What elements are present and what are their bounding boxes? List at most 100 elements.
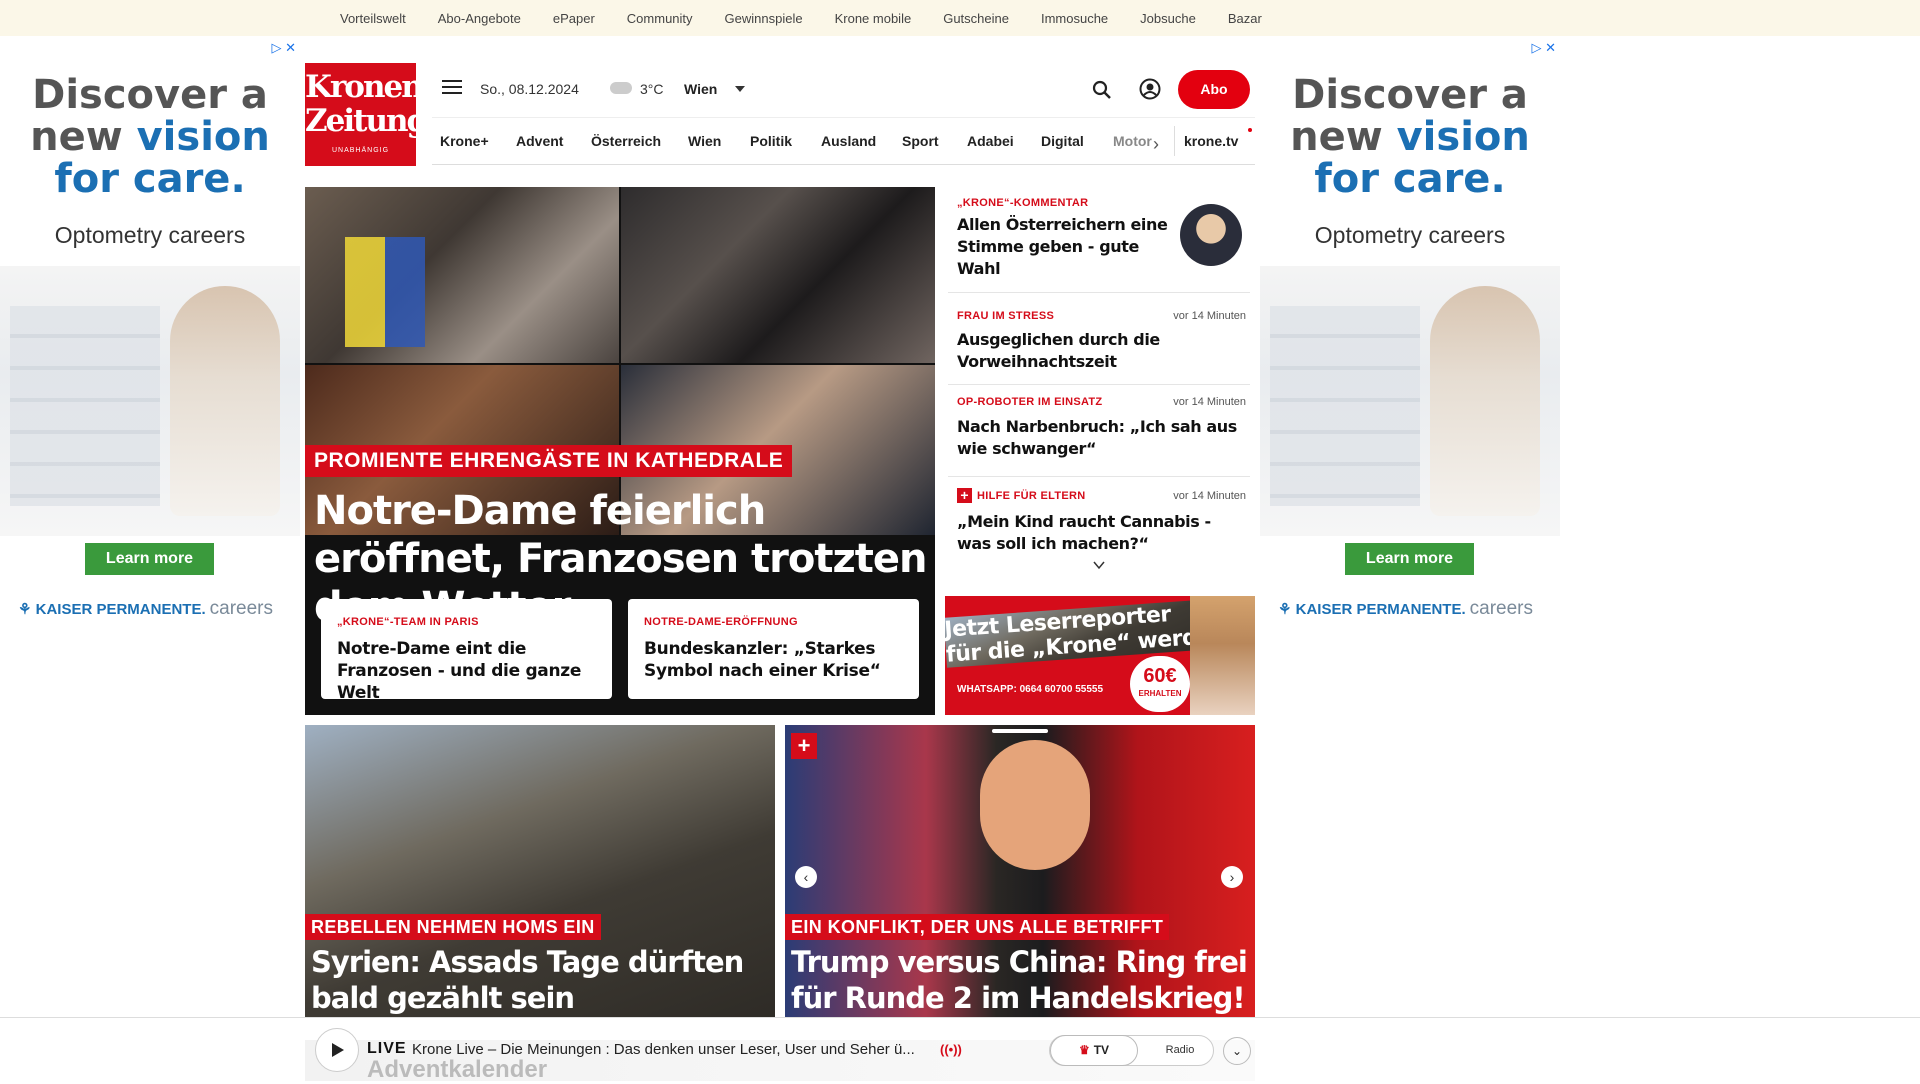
search-icon[interactable] xyxy=(1092,80,1112,100)
hero-teaser[interactable]: PROMIENTE EHRENGÄSTE IN KATHEDRALE Notre… xyxy=(305,187,935,715)
ad-headline-line1: Discover a xyxy=(32,72,268,118)
ad-choices-icon[interactable]: ▷ ✕ xyxy=(271,40,296,56)
author-avatar xyxy=(1180,204,1242,266)
expand-player-icon[interactable]: ⌄ xyxy=(1223,1037,1251,1065)
ad-brand: ⚘ KAISER PERMANENTE. careers xyxy=(18,598,273,620)
ad-headline-line2: new xyxy=(30,114,123,160)
nav-item-politik[interactable]: Politik xyxy=(750,118,792,165)
teaser-title: Syrien: Assads Tage dürften bald gezählt… xyxy=(311,945,744,1015)
ad-right[interactable]: ▷ ✕ Discover a new vision for care. Opto… xyxy=(1260,36,1560,636)
ad-brand-careers: careers xyxy=(1469,598,1534,619)
caret-down-icon[interactable] xyxy=(735,86,745,92)
play-button[interactable] xyxy=(315,1028,359,1072)
top-link-gewinnspiele[interactable]: Gewinnspiele xyxy=(725,11,803,26)
site-logo[interactable]: Kronen Zeitung UNABHÄNGIG xyxy=(305,63,428,166)
hero-subcard-title: Notre-Dame eint die Franzosen - und die … xyxy=(337,639,582,703)
teaser-title: Trump versus China: Ring frei für Runde … xyxy=(791,945,1248,1015)
promo-photo xyxy=(1190,596,1255,715)
hero-subcard[interactable]: „KRONE“-TEAM IN PARIS Notre-Dame eint di… xyxy=(321,599,612,703)
hero-kicker: PROMIENTE EHRENGÄSTE IN KATHEDRALE xyxy=(305,445,793,477)
list-item-kicker: HILFE FÜR ELTERN xyxy=(977,490,1086,502)
city-select[interactable]: Wien xyxy=(684,81,717,97)
ad-brand-careers: careers xyxy=(209,598,274,619)
nav-divider xyxy=(1174,126,1175,156)
ad-subline: Optometry careers xyxy=(54,222,246,248)
ad-headline-vision: vision xyxy=(136,114,270,160)
ad-headline: Discover a new vision for care. xyxy=(1260,74,1560,200)
chevron-down-icon[interactable] xyxy=(1092,558,1106,572)
list-item-title: Ausgeglichen durch die Vorweihnachtszeit xyxy=(957,330,1160,371)
crown-icon: ♛ xyxy=(1078,1043,1090,1057)
krone-plus-icon: + xyxy=(791,733,817,759)
top-link-abo-angebote[interactable]: Abo-Angebote xyxy=(438,11,521,26)
logo-line2: Zeitung xyxy=(305,103,428,139)
top-link-immosuche[interactable]: Immosuche xyxy=(1041,11,1108,26)
ad-learn-more-button[interactable]: Learn more xyxy=(1345,543,1474,575)
ad-headline-line2: new xyxy=(1290,114,1383,160)
nav-item-advent[interactable]: Advent xyxy=(516,118,563,165)
play-icon xyxy=(332,1043,344,1057)
logo-tagline: UNABHÄNGIG xyxy=(331,147,390,154)
teaser-kicker: EIN KONFLIKT, DER UNS ALLE BETRIFFT xyxy=(785,914,1170,940)
teaser-trump-china[interactable]: + ‹ › EIN KONFLIKT, DER UNS ALLE BETRIFF… xyxy=(785,725,1255,1019)
radio-option[interactable]: Radio xyxy=(1150,1036,1210,1065)
top-link-jobsuche[interactable]: Jobsuche xyxy=(1140,11,1196,26)
list-item[interactable]: FRAU IM STRESS vor 14 Minuten Ausgeglich… xyxy=(948,293,1250,385)
ad-headline-line1: Discover a xyxy=(1292,72,1528,118)
top-link-community[interactable]: Community xyxy=(627,11,693,26)
promo-headline: Jetzt Leserreporter für die „Krone“ werd… xyxy=(945,598,1228,668)
nav-item-oesterreich[interactable]: Österreich xyxy=(591,118,661,165)
ad-subline: Optometry careers xyxy=(1314,222,1506,248)
tv-option[interactable]: ♛ TV xyxy=(1050,1035,1138,1066)
hero-image-guests xyxy=(621,187,935,363)
tv-radio-toggle[interactable]: ♛ TV Radio xyxy=(1049,1035,1214,1066)
carousel-next-icon[interactable]: › xyxy=(1221,866,1243,888)
live-title[interactable]: Krone Live – Die Meinungen : Das denken … xyxy=(412,1041,932,1058)
nav-item-motor[interactable]: Motor xyxy=(1113,118,1152,165)
top-link-vorteilswelt[interactable]: Vorteilswelt xyxy=(340,11,406,26)
nav-item-adabei[interactable]: Adabei xyxy=(967,118,1014,165)
hero-subcard-kicker: „KRONE“-TEAM IN PARIS xyxy=(337,616,479,628)
ad-choices-icon[interactable]: ▷ ✕ xyxy=(1531,40,1556,56)
list-item-kicker: FRAU IM STRESS xyxy=(957,310,1055,322)
krone-plus-icon: + xyxy=(957,488,972,503)
nav-item-krone-plus[interactable]: Krone+ xyxy=(440,118,489,165)
tv-label: TV xyxy=(1093,1043,1110,1057)
carousel-prev-icon[interactable]: ‹ xyxy=(795,866,817,888)
top-link-bazar[interactable]: Bazar xyxy=(1228,11,1262,26)
broadcast-icon: ((•)) xyxy=(940,1042,962,1057)
nav-item-digital[interactable]: Digital xyxy=(1041,118,1084,165)
list-item-title: Allen Österreichern eine Stimme geben - … xyxy=(957,215,1168,278)
user-account-icon[interactable] xyxy=(1139,78,1161,100)
promo-amount: 60€ xyxy=(1143,665,1177,687)
live-dot-icon xyxy=(1248,128,1252,132)
top-link-krone-mobile[interactable]: Krone mobile xyxy=(835,11,912,26)
nav-item-wien[interactable]: Wien xyxy=(688,118,721,165)
carousel-pager xyxy=(992,729,1048,733)
nav-scroll-right-icon[interactable]: › xyxy=(1153,134,1159,155)
leserreporter-promo[interactable]: Jetzt Leserreporter für die „Krone“ werd… xyxy=(945,596,1255,715)
main-nav: Krone+ Advent Österreich Wien Politik Au… xyxy=(432,117,1255,165)
hero-subcard-kicker: NOTRE-DAME-ERÖFFNUNG xyxy=(644,616,798,628)
top-link-epaper[interactable]: ePaper xyxy=(553,11,595,26)
top-bar: Vorteilswelt Abo-Angebote ePaper Communi… xyxy=(0,0,1920,36)
teaser-photo xyxy=(980,740,1090,870)
ad-headline-vision: vision xyxy=(1396,114,1530,160)
abo-button[interactable]: Abo xyxy=(1178,70,1250,109)
ad-headline-line3: for care. xyxy=(54,156,246,202)
teaser-syria[interactable]: REBELLEN NEHMEN HOMS EIN Syrien: Assads … xyxy=(305,725,775,1019)
top-link-gutscheine[interactable]: Gutscheine xyxy=(943,11,1009,26)
temperature: 3°C xyxy=(640,81,664,97)
ad-left[interactable]: ▷ ✕ Discover a new vision for care. Opto… xyxy=(0,36,300,636)
nav-item-sport[interactable]: Sport xyxy=(902,118,939,165)
list-item-title: Nach Narbenbruch: „Ich sah aus wie schwa… xyxy=(957,417,1237,458)
nav-item-ausland[interactable]: Ausland xyxy=(821,118,876,165)
nav-item-krone-tv[interactable]: krone.tv xyxy=(1184,118,1238,165)
list-item[interactable]: OP-ROBOTER IM EINSATZ vor 14 Minuten Nac… xyxy=(948,385,1250,477)
list-item-time: vor 14 Minuten xyxy=(1173,396,1246,408)
list-item-kicker: OP-ROBOTER IM EINSATZ xyxy=(957,396,1103,408)
menu-icon[interactable] xyxy=(442,80,462,96)
ad-learn-more-button[interactable]: Learn more xyxy=(85,543,214,575)
hero-subcard[interactable]: NOTRE-DAME-ERÖFFNUNG Bundeskanzler: „Sta… xyxy=(628,599,919,699)
ad-photo xyxy=(0,266,300,536)
